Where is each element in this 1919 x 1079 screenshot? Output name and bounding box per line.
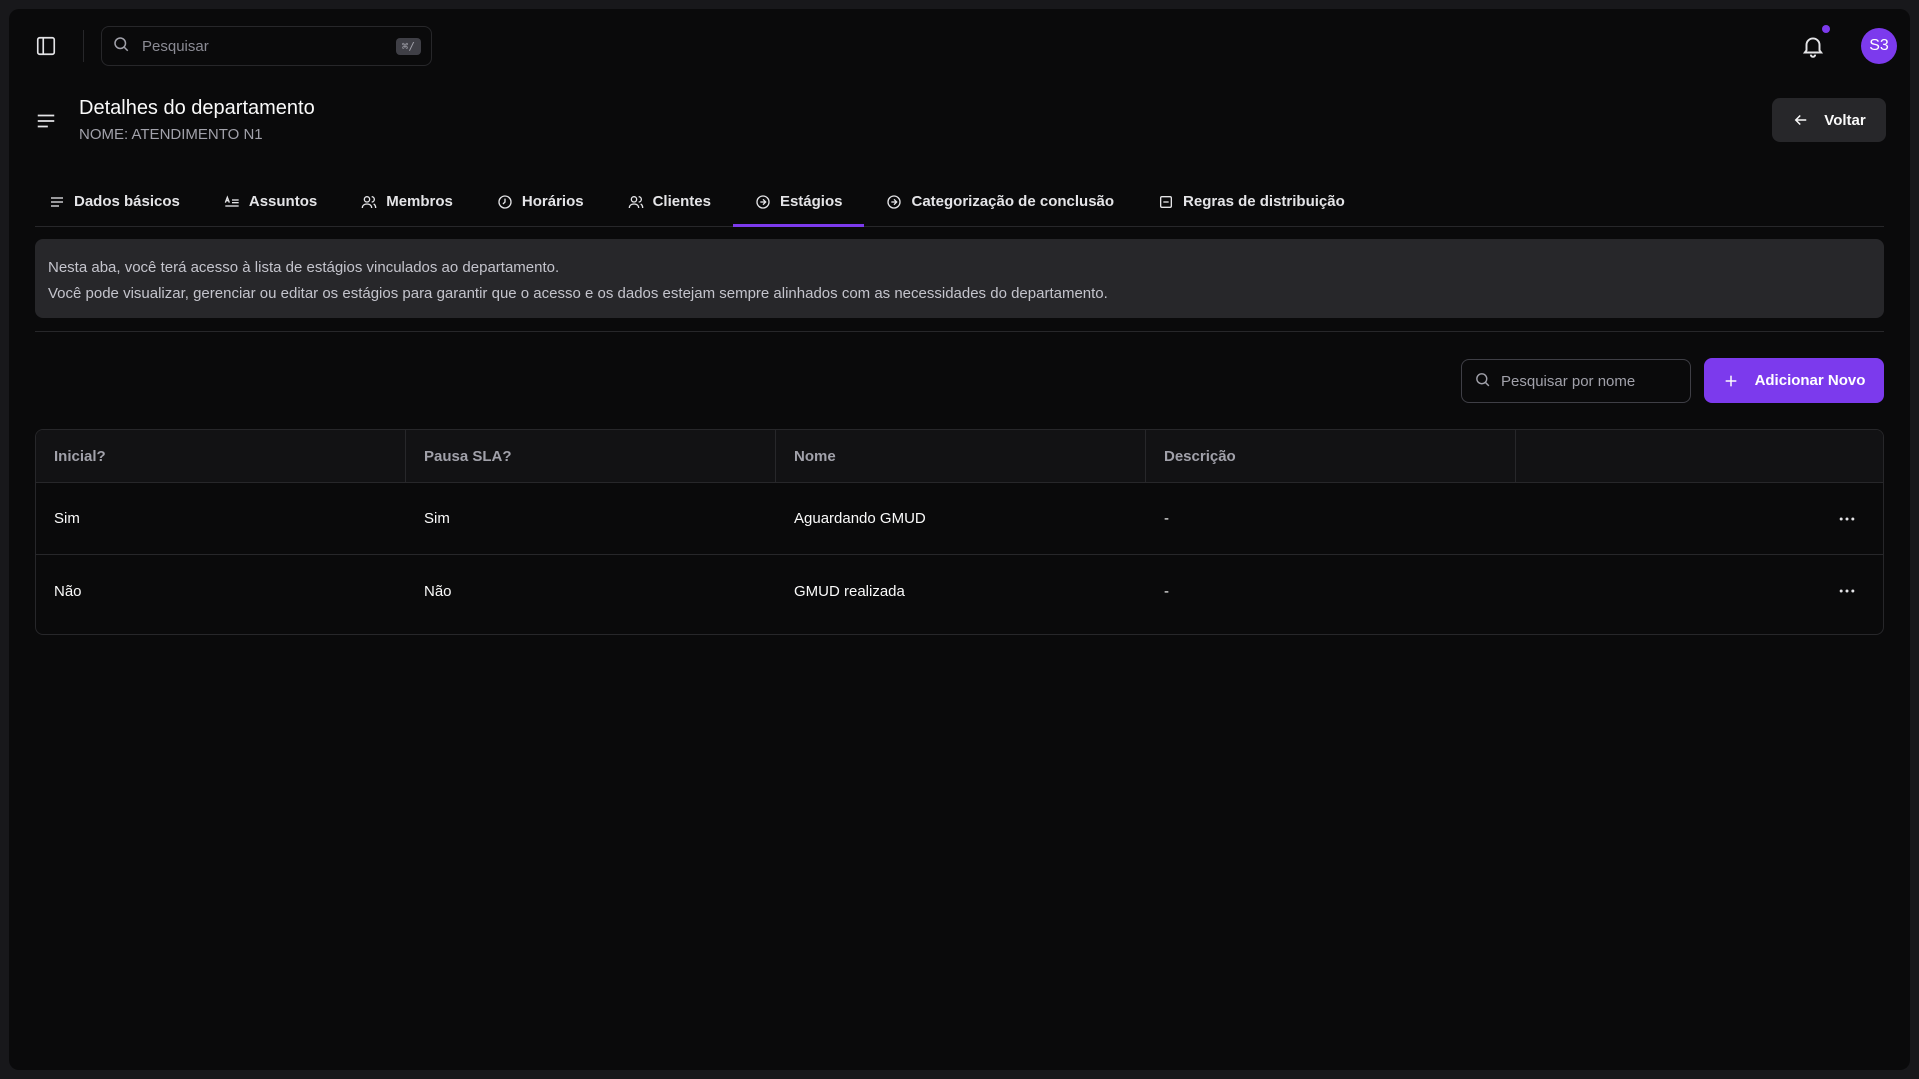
tab-horarios[interactable]: Horários [475, 177, 606, 226]
column-header[interactable]: Pausa SLA? [406, 430, 776, 482]
table-row[interactable]: Não Não GMUD realizada - [36, 555, 1883, 627]
tab-label: Clientes [652, 193, 711, 210]
column-header [1516, 430, 1883, 482]
cell-nome: GMUD realizada [794, 582, 905, 600]
column-header[interactable]: Nome [776, 430, 1146, 482]
menu-icon[interactable] [35, 110, 57, 132]
info-box: Nesta aba, você terá acesso à lista de e… [35, 239, 1884, 318]
cell-inicial: Sim [54, 510, 80, 527]
divider [35, 331, 1884, 332]
top-bar: ⌘/ S3 [9, 9, 1910, 81]
avatar[interactable]: S3 [1861, 28, 1897, 64]
tab-categorizacao-conclusao[interactable]: Categorização de conclusão [864, 177, 1136, 226]
tab-estagios[interactable]: Estágios [732, 177, 865, 227]
add-new-label: Adicionar Novo [1754, 372, 1866, 389]
column-header[interactable]: Inicial? [36, 430, 406, 482]
tab-label: Regras de distribuição [1183, 193, 1345, 210]
stages-table: Inicial? Pausa SLA? Nome Descrição Sim S… [35, 429, 1884, 635]
page-title: Detalhes do departamento [79, 97, 315, 119]
align-left-icon [51, 196, 63, 207]
more-horizontal-icon[interactable] [1837, 581, 1857, 601]
global-search[interactable]: ⌘/ [101, 26, 432, 66]
cell-nome: Aguardando GMUD [794, 510, 926, 527]
info-line-1: Nesta aba, você terá acesso à lista de e… [48, 259, 560, 276]
stage-search-input[interactable] [1501, 372, 1681, 390]
tab-label: Assuntos [248, 193, 318, 210]
cell-pausa-sla: Sim [424, 510, 450, 527]
more-horizontal-icon[interactable] [1837, 509, 1857, 529]
column-header[interactable]: Descrição [1146, 430, 1516, 482]
tab-label: Dados básicos [74, 193, 180, 210]
tab-label: Estágios [779, 193, 843, 210]
cell-actions [1516, 509, 1883, 529]
back-button-label: Voltar [1824, 111, 1866, 129]
table-row[interactable]: Sim Sim Aguardando GMUD - [36, 483, 1883, 555]
cell-descricao: - [1164, 510, 1169, 527]
cell-inicial: Não [54, 582, 82, 600]
square-minus-icon [1160, 195, 1173, 208]
notification-dot [1822, 25, 1830, 33]
back-button[interactable]: Voltar [1772, 98, 1886, 142]
text-list-icon [224, 194, 239, 207]
cell-pausa-sla: Não [424, 582, 452, 600]
tab-regras-distribuicao[interactable]: Regras de distribuição [1136, 177, 1367, 226]
arrow-circle-icon [887, 194, 902, 209]
table-header: Inicial? Pausa SLA? Nome Descrição [36, 430, 1883, 483]
tab-dados-basicos[interactable]: Dados básicos [35, 177, 202, 226]
stage-search[interactable] [1461, 359, 1691, 403]
tab-clientes[interactable]: Clientes [606, 177, 733, 226]
arrow-circle-icon [756, 194, 770, 209]
plus-icon [1725, 375, 1736, 386]
tab-label: Membros [386, 193, 453, 210]
add-new-button[interactable]: Adicionar Novo [1704, 358, 1884, 403]
tab-assuntos[interactable]: Assuntos [202, 177, 339, 226]
users-icon [361, 195, 377, 208]
global-search-input[interactable] [142, 37, 372, 55]
tab-label: Categorização de conclusão [911, 193, 1115, 210]
cell-actions [1516, 581, 1883, 601]
bell-icon[interactable] [1800, 33, 1826, 59]
search-icon [1474, 371, 1491, 392]
sidebar-toggle-icon[interactable] [35, 35, 57, 57]
tab-label: Horários [521, 193, 584, 210]
info-line-2: Você pode visualizar, gerenciar ou edita… [48, 285, 1108, 302]
clock-icon [498, 194, 512, 209]
users-icon [628, 195, 643, 208]
cell-descricao: - [1164, 582, 1169, 600]
tab-membros[interactable]: Membros [339, 177, 475, 226]
page-subtitle: NOME: ATENDIMENTO N1 [79, 126, 263, 143]
divider [83, 30, 84, 62]
arrow-left-icon [1794, 114, 1807, 126]
search-shortcut-badge: ⌘/ [395, 37, 421, 55]
search-icon [112, 35, 130, 57]
app-window: ⌘/ S3 Detalhes do departamento NOME: ATE… [9, 9, 1910, 1070]
tab-bar: Dados básicos Assuntos Membros Horários … [35, 177, 1884, 227]
